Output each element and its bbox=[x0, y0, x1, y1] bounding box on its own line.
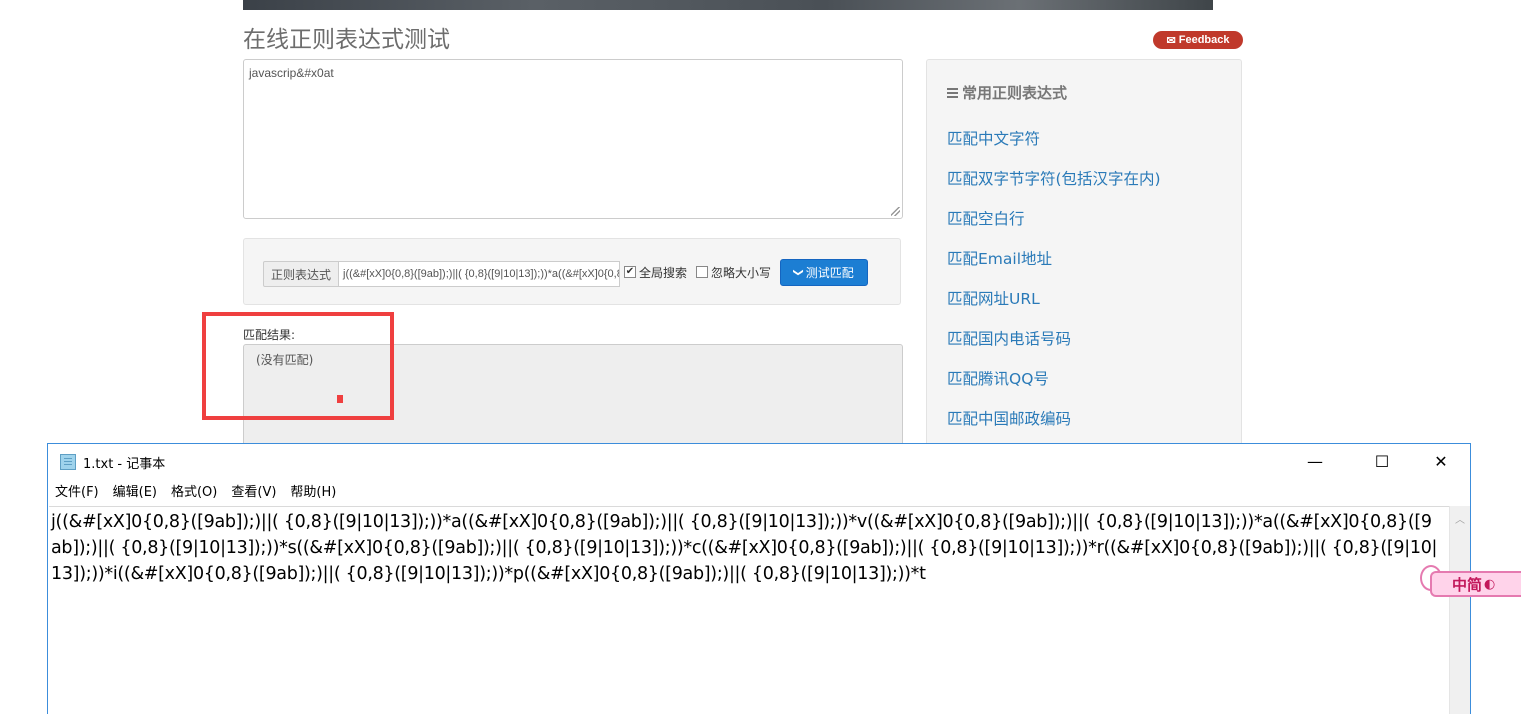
notepad-scrollbar[interactable]: ︿ bbox=[1449, 506, 1470, 714]
maximize-button[interactable]: ☐ bbox=[1353, 444, 1411, 479]
sidebar-link-url[interactable]: 匹配网址URL bbox=[947, 287, 1040, 309]
annotation-highlight-box bbox=[202, 312, 394, 420]
ime-mode-icon: ◐ bbox=[1484, 576, 1496, 592]
sidebar-link-email[interactable]: 匹配Email地址 bbox=[947, 247, 1052, 269]
mail-icon: ✉ bbox=[1166, 34, 1176, 47]
notepad-menu-bar: 文件(F) 编辑(E) 格式(O) 查看(V) 帮助(H) bbox=[48, 482, 343, 504]
feedback-button[interactable]: ✉ Feedback bbox=[1153, 31, 1243, 49]
ime-label: 中简 bbox=[1452, 575, 1483, 594]
chevron-down-icon: ❯ bbox=[792, 268, 804, 277]
menu-format[interactable]: 格式(O) bbox=[164, 482, 224, 504]
regex-input[interactable]: j((&#[xX]0{0,8}([9ab]);)||( {0,8}([9|10|… bbox=[339, 261, 620, 287]
page-title: 在线正则表达式测试 bbox=[243, 27, 450, 53]
sidebar-link-chinese-chars[interactable]: 匹配中文字符 bbox=[947, 127, 1040, 149]
test-match-label: 测试匹配 bbox=[805, 266, 854, 280]
notepad-text-area[interactable]: j((&#[xX]0{0,8}([9ab]);)||( {0,8}([9|10|… bbox=[49, 506, 1449, 714]
notepad-icon bbox=[60, 454, 76, 470]
test-text-input[interactable]: javascrip&#x0at bbox=[243, 59, 903, 219]
regex-panel: 正则表达式 j((&#[xX]0{0,8}([9ab]);)||( {0,8}(… bbox=[243, 238, 901, 305]
global-search-label: 全局搜索 bbox=[639, 266, 688, 280]
notepad-window: 1.txt - 记事本 — ☐ ✕ 文件(F) 编辑(E) 格式(O) 查看(V… bbox=[47, 443, 1471, 714]
notepad-title: 1.txt - 记事本 bbox=[83, 457, 166, 472]
notepad-content: j((&#[xX]0{0,8}([9ab]);)||( {0,8}([9|10|… bbox=[51, 512, 1438, 584]
list-icon bbox=[947, 87, 958, 98]
regex-input-value: j((&#[xX]0{0,8}([9ab]);)||( {0,8}([9|10|… bbox=[343, 268, 619, 280]
test-text-value: javascrip&#x0at bbox=[249, 66, 334, 80]
sidebar-link-blank-line[interactable]: 匹配空白行 bbox=[947, 207, 1025, 229]
menu-edit[interactable]: 编辑(E) bbox=[106, 482, 164, 504]
ignore-case-label: 忽略大小写 bbox=[711, 266, 772, 280]
sidebar-link-postcode[interactable]: 匹配中国邮政编码 bbox=[947, 407, 1071, 429]
sidebar-title: 常用正则表达式 bbox=[947, 82, 1067, 103]
global-search-checkbox[interactable]: ✔ bbox=[624, 266, 636, 278]
regex-label: 正则表达式 bbox=[263, 261, 340, 287]
annotation-dot bbox=[337, 395, 343, 403]
scroll-up-arrow-icon[interactable]: ︿ bbox=[1455, 511, 1465, 526]
feedback-label: Feedback bbox=[1178, 34, 1230, 46]
ime-toolbar[interactable]: 中简 ◐ bbox=[1420, 565, 1521, 599]
menu-help[interactable]: 帮助(H) bbox=[283, 482, 343, 504]
sidebar-title-text: 常用正则表达式 bbox=[962, 84, 1068, 102]
test-match-button[interactable]: ❯ 测试匹配 bbox=[780, 259, 868, 286]
header-banner-image bbox=[243, 0, 1213, 10]
common-regex-sidebar: 常用正则表达式 匹配中文字符 匹配双字节字符(包括汉字在内) 匹配空白行 匹配E… bbox=[926, 59, 1242, 459]
menu-file[interactable]: 文件(F) bbox=[48, 482, 106, 504]
ignore-case-checkbox[interactable] bbox=[696, 266, 708, 278]
sidebar-link-phone[interactable]: 匹配国内电话号码 bbox=[947, 327, 1071, 349]
minimize-button[interactable]: — bbox=[1286, 444, 1344, 479]
ime-status[interactable]: 中简 ◐ bbox=[1430, 571, 1521, 597]
menu-view[interactable]: 查看(V) bbox=[224, 482, 283, 504]
sidebar-link-qq[interactable]: 匹配腾讯QQ号 bbox=[947, 367, 1049, 389]
resize-grip-icon[interactable] bbox=[891, 207, 900, 216]
notepad-titlebar[interactable]: 1.txt - 记事本 — ☐ ✕ bbox=[48, 444, 1470, 479]
close-button[interactable]: ✕ bbox=[1412, 444, 1470, 479]
sidebar-link-double-byte-chars[interactable]: 匹配双字节字符(包括汉字在内) bbox=[947, 167, 1161, 189]
